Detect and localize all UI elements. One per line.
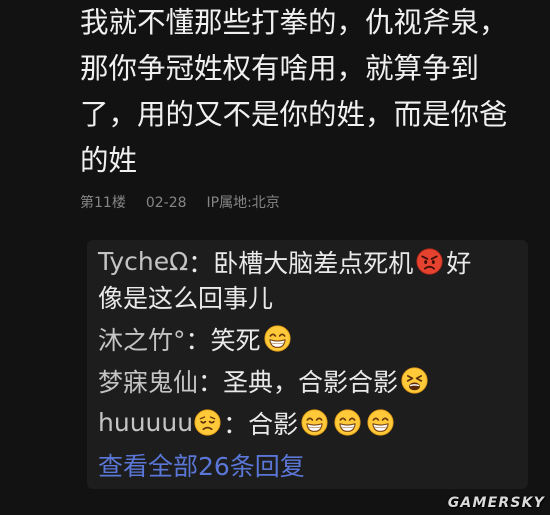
reply-separator: ： [223,409,249,439]
reply-text: 合影 [248,409,299,439]
view-all-replies-link[interactable]: 查看全部26条回复 [98,447,516,482]
reply-line: 沐之竹°：笑死 [98,321,516,356]
reply-username[interactable]: TycheΩ [98,247,188,276]
grin-face-icon [367,409,394,436]
reply-username[interactable]: 梦寐鬼仙 [98,363,198,399]
grin-face-icon [301,409,328,436]
reply-separator: ： [188,248,214,278]
reply-text: 像是这么回事儿 [98,283,274,313]
sub-replies-box: TycheΩ：卧槽大脑差点死机好 像是这么回事儿 沐之竹°：笑死 梦寐鬼仙：圣典… [87,240,528,489]
reply-line: 梦寐鬼仙：圣典，合影合影 [98,363,516,398]
comment-text-line: 那你争冠姓权有啥用，就算争到 [80,52,480,85]
reply-separator: ： [198,367,224,397]
disappointed-face-icon [194,409,221,436]
reply-line: TycheΩ：卧槽大脑差点死机 好 [98,244,516,279]
reply-text: 卧槽大脑差点死机 [213,248,414,278]
reply-text: 好 [446,248,472,278]
watermark: GAMERSKY [447,495,545,511]
reply-username[interactable]: 沐之竹° [98,321,186,357]
reply-line: huuuuu ：合影 [98,405,516,440]
reply-item[interactable]: TycheΩ：卧槽大脑差点死机 好 像是这么回事儿 [98,244,516,314]
reply-item[interactable]: huuuuu ：合影 [98,405,516,440]
comment-text-line: 的姓 [80,144,138,177]
reply-username[interactable]: huuuuu [98,408,193,437]
reply-item[interactable]: 梦寐鬼仙：圣典，合影合影 [98,363,516,398]
comment-screen: 我就不懂那些打拳的，仇视斧泉， 那你争冠姓权有啥用，就算争到 了，用的又不是你的… [0,0,550,515]
grin-face-icon [263,325,291,352]
reply-emojis [398,367,431,394]
comment-text-line: 我就不懂那些打拳的，仇视斧泉， [80,6,508,39]
tired-face-icon [401,367,428,394]
reply-item[interactable]: 沐之竹°：笑死 [98,321,516,356]
comment-date: 02-28 [145,195,187,211]
comment-meta: 第11楼 02-28 IP属地:北京 [80,193,280,213]
reply-emojis [261,325,294,352]
ip-location: IP属地:北京 [206,195,280,211]
reply-text: 圣典，合影合影 [223,367,399,397]
angry-face-icon [416,248,443,275]
comment-text-line: 了，用的又不是你的姓，而是你爸 [80,98,508,131]
reply-emojis [298,409,397,436]
reply-line: 像是这么回事儿 [98,279,516,314]
comment-text: 我就不懂那些打拳的，仇视斧泉， 那你争冠姓权有啥用，就算争到 了，用的又不是你的… [80,0,530,184]
reply-text: 笑死 [210,325,261,355]
floor-number: 第11楼 [80,195,126,211]
reply-separator: ： [185,325,211,355]
grin-face-icon [334,409,361,436]
